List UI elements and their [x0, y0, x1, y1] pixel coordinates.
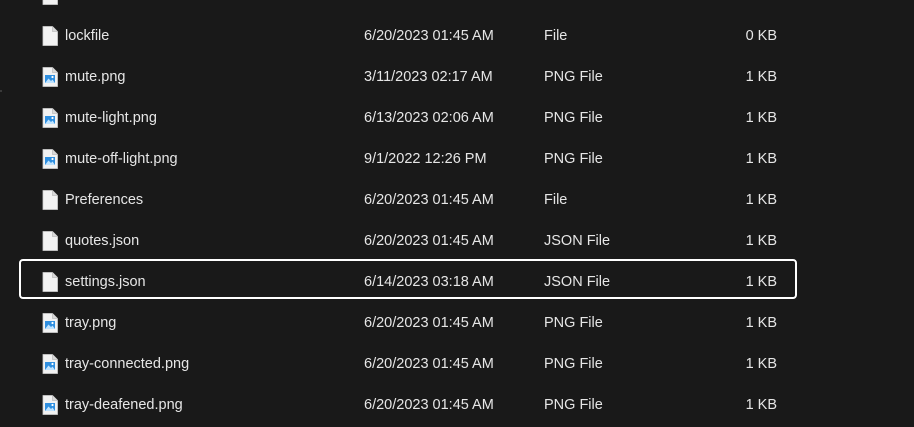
- file-row[interactable]: Preferences 6/20/2023 01:45 AM File 1 KB: [0, 180, 914, 221]
- file-name: quotes.json: [65, 233, 140, 249]
- file-name: tray-deafened.png: [65, 397, 183, 413]
- file-size: 1 KB: [745, 274, 777, 290]
- file-row[interactable]: mute-light.png 6/13/2023 02:06 AM PNG File…: [0, 98, 914, 139]
- file-type: File: [544, 0, 567, 3]
- file-name: Preferences: [65, 192, 144, 208]
- file-date-modified: 6/14/2023 03:18 AM: [364, 274, 494, 290]
- file-date-modified: 6/20/2023 01:45 AM: [364, 192, 494, 208]
- file-type: PNG File: [544, 397, 603, 413]
- file-row[interactable]: mute.png 3/11/2023 02:17 AM PNG File 1 KB: [0, 57, 914, 98]
- image-file-icon: [42, 149, 58, 169]
- document-icon: [42, 231, 58, 251]
- file-row[interactable]: tray-deafened.png 6/20/2023 01:45 AM PNG F…: [0, 385, 914, 426]
- file-date-modified: 9/1/2022 12:26 PM: [364, 151, 487, 167]
- file-list: Local State 9/1/2022 02:27 AM File 1 KB lock…: [0, 0, 914, 427]
- file-date-modified: 9/1/2022 02:27 AM: [364, 0, 486, 3]
- file-date-modified: 3/11/2023 02:17 AM: [364, 69, 493, 85]
- file-size: 1 KB: [745, 110, 777, 126]
- file-type: PNG File: [544, 69, 603, 85]
- file-name: tray-connected.png: [65, 356, 190, 372]
- file-size: 1 KB: [745, 69, 777, 85]
- document-icon: [42, 0, 58, 5]
- file-date-modified: 6/13/2023 02:06 AM: [364, 110, 494, 126]
- file-size: 1 KB: [745, 151, 777, 167]
- file-type: JSON File: [544, 233, 611, 249]
- image-file-icon: [42, 313, 58, 333]
- file-size: 1 KB: [745, 356, 777, 372]
- image-file-icon: [42, 395, 58, 415]
- file-row[interactable]: Local State 9/1/2022 02:27 AM File 1 KB: [0, 0, 914, 16]
- file-type: File: [544, 28, 568, 44]
- file-size: 1 KB: [745, 315, 777, 331]
- file-size: 1 KB: [745, 192, 777, 208]
- file-row[interactable]: tray-connected.png 6/20/2023 01:45 AM PNG …: [0, 344, 914, 385]
- file-row[interactable]: mute-off-light.png 9/1/2022 12:26 PM PNG F…: [0, 139, 914, 180]
- file-type: PNG File: [544, 151, 603, 167]
- file-name: mute-off-light.png: [65, 151, 178, 167]
- image-file-icon: [42, 108, 58, 128]
- file-row[interactable]: quotes.json 6/20/2023 01:45 AM JSON File 1 …: [0, 221, 914, 262]
- document-icon: [42, 26, 58, 46]
- file-date-modified: 6/20/2023 01:45 AM: [364, 28, 494, 44]
- file-row[interactable]: settings.json 6/14/2023 03:18 AM JSON File…: [0, 262, 914, 303]
- file-size: 1 KB: [745, 397, 777, 413]
- file-name: Local State: [65, 0, 138, 3]
- file-row[interactable]: lockfile 6/20/2023 01:45 AM File 0 KB: [0, 16, 914, 57]
- file-type: PNG File: [544, 315, 603, 331]
- file-date-modified: 6/20/2023 01:45 AM: [364, 233, 494, 249]
- file-type: File: [544, 192, 568, 208]
- file-name: mute-light.png: [65, 110, 157, 126]
- file-row[interactable]: tray.png 6/20/2023 01:45 AM PNG File 1 KB: [0, 303, 914, 344]
- file-type: JSON File: [544, 274, 611, 290]
- file-name: mute.png: [65, 69, 126, 85]
- file-name: lockfile: [65, 28, 110, 44]
- image-file-icon: [42, 67, 58, 87]
- file-size: 0 KB: [745, 28, 777, 44]
- image-file-icon: [42, 354, 58, 374]
- document-icon: [42, 190, 58, 210]
- file-name: tray.png: [65, 315, 117, 331]
- file-type: PNG File: [544, 356, 603, 372]
- file-date-modified: 6/20/2023 01:45 AM: [364, 397, 494, 413]
- file-date-modified: 6/20/2023 01:45 AM: [364, 356, 494, 372]
- file-name: settings.json: [65, 274, 146, 290]
- file-size: 1 KB: [745, 233, 777, 249]
- file-date-modified: 6/20/2023 01:45 AM: [364, 315, 494, 331]
- document-icon: [42, 272, 58, 292]
- file-type: PNG File: [544, 110, 603, 126]
- file-size: 1 KB: [700, 0, 777, 3]
